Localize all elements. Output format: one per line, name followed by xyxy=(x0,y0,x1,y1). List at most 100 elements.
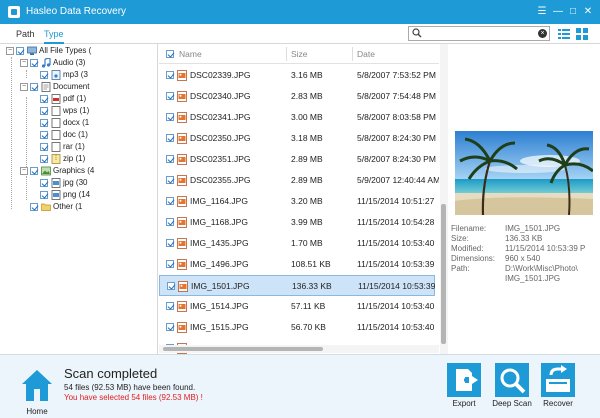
row-checkbox[interactable] xyxy=(166,260,174,268)
table-row[interactable]: IMG_1496.JPG 108.51 KB 11/15/2014 10:53:39 xyxy=(159,254,435,275)
table-row[interactable]: DSC02350.JPG 3.18 MB 5/8/2007 8:24:30 PM xyxy=(159,128,436,149)
tree-checkbox[interactable] xyxy=(40,131,48,139)
scroll-thumb[interactable] xyxy=(441,204,446,344)
row-checkbox[interactable] xyxy=(166,113,174,121)
export-icon xyxy=(447,363,481,397)
scroll-thumb[interactable] xyxy=(163,347,323,351)
recover-button[interactable]: Recover xyxy=(536,363,580,415)
tree-node-graphics[interactable]: − Graphics (4 xyxy=(20,166,156,177)
tree-label: Graphics (4 xyxy=(53,166,95,175)
tree-node-audio[interactable]: − Audio (3) xyxy=(20,58,156,69)
file-size: 57.11 KB xyxy=(291,301,326,311)
row-checkbox[interactable] xyxy=(166,302,174,310)
tree-checkbox[interactable] xyxy=(30,203,38,211)
tree-checkbox[interactable] xyxy=(30,167,38,175)
deep-scan-button[interactable]: Deep Scan xyxy=(490,363,534,415)
file-size: 136.33 KB xyxy=(292,281,332,291)
table-row[interactable]: DSC02341.JPG 3.00 MB 5/8/2007 8:03:58 PM xyxy=(159,107,436,128)
collapse-toggle-icon[interactable]: − xyxy=(6,47,14,55)
table-row[interactable]: IMG_1501.JPG 136.33 KB 11/15/2014 10:53:39 xyxy=(159,275,435,296)
list-view-icon[interactable] xyxy=(558,28,570,40)
file-list: Name Size Date DSC02339.JPG 3.16 MB 5/8/20… xyxy=(159,44,439,354)
table-row[interactable]: IMG_1164.JPG 3.20 MB 11/15/2014 10:51:27 xyxy=(159,191,435,212)
pdf-file-icon xyxy=(51,94,61,104)
jpg-file-icon xyxy=(177,70,187,81)
table-row[interactable]: DSC02339.JPG 3.16 MB 5/8/2007 7:53:52 PM xyxy=(159,65,436,86)
file-date: 11/15/2014 10:51:27 xyxy=(357,196,435,206)
file-name: DSC02355.JPG xyxy=(190,175,251,185)
row-checkbox[interactable] xyxy=(166,155,174,163)
file-date: 5/8/2007 7:54:48 PM xyxy=(357,91,436,101)
table-row[interactable]: IMG_1168.JPG 3.99 MB 11/15/2014 10:54:28 xyxy=(159,212,435,233)
tree-checkbox[interactable] xyxy=(40,107,48,115)
tree-label: wps (1) xyxy=(63,106,90,115)
table-row[interactable]: IMG_1514.JPG 57.11 KB 11/15/2014 10:53:40 xyxy=(159,296,435,317)
column-name[interactable]: Name xyxy=(179,49,202,59)
table-row[interactable]: DSC02351.JPG 2.89 MB 5/8/2007 8:24:30 PM xyxy=(159,149,436,170)
preview-path-continued: IMG_1501.JPG xyxy=(505,274,561,283)
tree-checkbox[interactable] xyxy=(16,47,24,55)
zip-file-icon xyxy=(51,154,61,164)
horizontal-scrollbar[interactable] xyxy=(159,345,439,353)
tree-node-all-types[interactable]: − All File Types ( xyxy=(6,46,156,57)
tree-node-rar[interactable]: rar (1) xyxy=(30,142,156,153)
file-icon xyxy=(51,130,61,140)
row-checkbox[interactable] xyxy=(166,239,174,247)
tree-node-wps[interactable]: wps (1) xyxy=(30,106,156,117)
tree-checkbox[interactable] xyxy=(30,59,38,67)
tree-checkbox[interactable] xyxy=(40,71,48,79)
clear-search-icon[interactable]: × xyxy=(538,29,547,38)
row-checkbox[interactable] xyxy=(166,197,174,205)
tree-checkbox[interactable] xyxy=(40,191,48,199)
collapse-toggle-icon[interactable]: − xyxy=(20,83,28,91)
tab-type[interactable]: Type xyxy=(44,29,64,44)
table-row[interactable]: IMG_1515.JPG 56.70 KB 11/15/2014 10:53:40 xyxy=(159,317,435,338)
tree-node-png[interactable]: png (14 xyxy=(30,190,156,201)
tree-node-docx[interactable]: docx (1 xyxy=(30,118,156,129)
file-size: 2.89 MB xyxy=(291,175,323,185)
tab-path[interactable]: Path xyxy=(16,29,35,40)
row-checkbox[interactable] xyxy=(166,323,174,331)
tree-node-zip[interactable]: zip (1) xyxy=(30,154,156,165)
vertical-scrollbar[interactable] xyxy=(440,44,448,354)
row-checkbox[interactable] xyxy=(166,71,174,79)
jpg-file-icon xyxy=(177,238,187,249)
close-button[interactable]: ✕ xyxy=(581,5,595,19)
tree-node-document[interactable]: − Document xyxy=(20,82,156,93)
column-date[interactable]: Date xyxy=(357,49,375,59)
collapse-toggle-icon[interactable]: − xyxy=(20,59,28,67)
column-size[interactable]: Size xyxy=(291,49,308,59)
row-checkbox[interactable] xyxy=(166,218,174,226)
search-input[interactable] xyxy=(424,28,534,39)
selected-summary: You have selected 54 files (92.53 MB) ! xyxy=(64,393,203,402)
file-name: IMG_1435.JPG xyxy=(190,238,249,248)
table-row[interactable]: DSC02340.JPG 2.83 MB 5/8/2007 7:54:48 PM xyxy=(159,86,436,107)
home-button[interactable]: Home xyxy=(20,367,54,416)
row-checkbox[interactable] xyxy=(166,134,174,142)
table-row[interactable]: DSC02355.JPG 2.89 MB 5/9/2007 12:40:44 AM xyxy=(159,170,439,191)
tree-node-pdf[interactable]: pdf (1) xyxy=(30,94,156,105)
grid-view-icon[interactable] xyxy=(576,28,588,40)
export-button[interactable]: Export xyxy=(442,363,486,415)
tree-checkbox[interactable] xyxy=(30,83,38,91)
select-all-checkbox[interactable] xyxy=(166,50,174,58)
tree-node-jpg[interactable]: jpg (30 xyxy=(30,178,156,189)
collapse-toggle-icon[interactable]: − xyxy=(20,167,28,175)
maximize-button[interactable]: □ xyxy=(566,5,580,19)
tree-node-mp3[interactable]: mp3 (3 xyxy=(30,70,156,81)
row-checkbox[interactable] xyxy=(166,92,174,100)
tree-node-other[interactable]: Other (1 xyxy=(20,202,156,213)
tree-checkbox[interactable] xyxy=(40,119,48,127)
minimize-button[interactable]: — xyxy=(551,5,565,19)
table-row[interactable]: IMG_1435.JPG 1.70 MB 11/15/2014 10:53:40 xyxy=(159,233,435,254)
preview-size: 136.33 KB xyxy=(505,234,543,243)
tree-checkbox[interactable] xyxy=(40,143,48,151)
row-checkbox[interactable] xyxy=(166,176,174,184)
tree-checkbox[interactable] xyxy=(40,155,48,163)
tree-checkbox[interactable] xyxy=(40,179,48,187)
tree-checkbox[interactable] xyxy=(40,95,48,103)
tree-label: rar (1) xyxy=(63,142,85,151)
row-checkbox[interactable] xyxy=(167,282,175,290)
tree-node-doc[interactable]: doc (1) xyxy=(30,130,156,141)
menu-icon[interactable]: ☰ xyxy=(535,5,549,19)
